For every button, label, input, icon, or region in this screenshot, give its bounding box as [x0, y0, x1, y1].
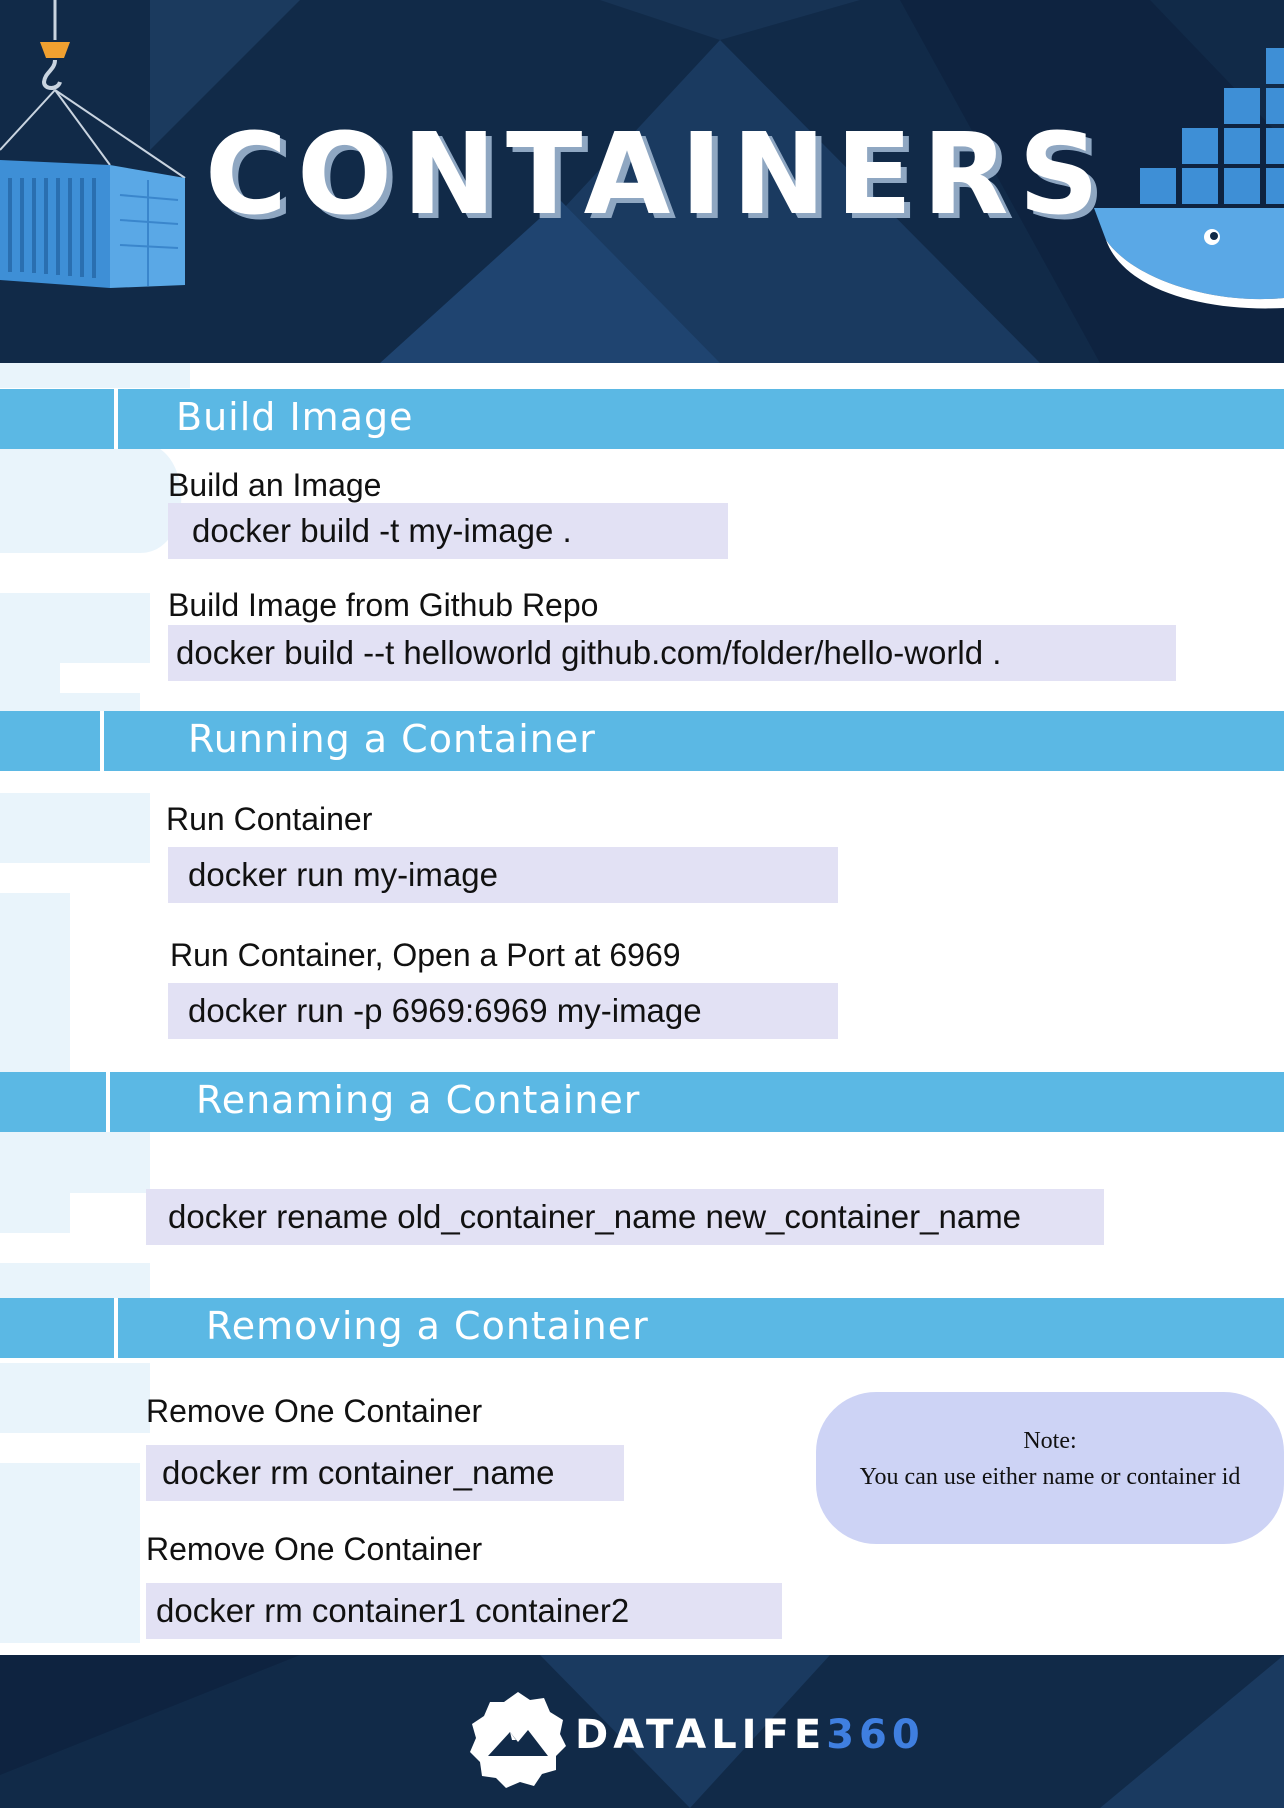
section-heading: Running a Container — [188, 717, 596, 761]
item-label: Remove One Container — [146, 1531, 483, 1567]
command-box[interactable]: docker rename old_container_name new_con… — [146, 1189, 1104, 1245]
command-box[interactable]: docker run my-image — [168, 847, 838, 903]
docker-whale-icon — [1094, 48, 1284, 309]
section-divider — [106, 1072, 110, 1132]
command-box[interactable]: docker rm container_name — [146, 1445, 624, 1501]
cheatsheet-body: Build Image Build an Image docker build … — [0, 363, 1284, 1655]
item-label: Build an Image — [168, 467, 382, 503]
note-text: You can use either name or container id — [859, 1464, 1241, 1490]
section-bar-removing-container: Removing a Container — [0, 1298, 1284, 1358]
section-bar-build-image: Build Image — [0, 389, 1284, 449]
brand-main: DATALIFE — [575, 1712, 827, 1758]
command-box[interactable]: docker run -p 6969:6969 my-image — [168, 983, 838, 1039]
section-divider — [114, 1298, 118, 1358]
section-heading: Renaming a Container — [196, 1078, 641, 1122]
item-label: Remove One Container — [146, 1393, 483, 1429]
command-box[interactable]: docker rm container1 container2 — [146, 1583, 782, 1639]
section-divider — [100, 711, 104, 771]
command-box[interactable]: docker build -t my-image . — [168, 503, 728, 559]
footer-banner: DATALIFE360 — [0, 1655, 1284, 1808]
command-box[interactable]: docker build --t helloworld github.com/f… — [168, 625, 1176, 681]
mountain-logo-icon — [470, 1692, 566, 1788]
section-heading: Build Image — [176, 395, 414, 439]
header-banner: CONTAINERS — [0, 0, 1284, 363]
brand-accent: 360 — [826, 1712, 925, 1758]
item-label: Build Image from Github Repo — [168, 587, 599, 623]
section-bar-running-container: Running a Container — [0, 711, 1284, 771]
section-bar-renaming-container: Renaming a Container — [0, 1072, 1284, 1132]
note-callout: Note: You can use either name or contain… — [816, 1392, 1284, 1544]
section-heading: Removing a Container — [206, 1304, 649, 1348]
page-title: CONTAINERS — [204, 110, 1110, 240]
item-label: Run Container — [166, 801, 373, 837]
item-label: Run Container, Open a Port at 6969 — [170, 937, 681, 973]
brand-name: DATALIFE360 — [575, 1712, 925, 1758]
note-title: Note: — [1023, 1428, 1077, 1454]
section-divider — [114, 389, 118, 449]
